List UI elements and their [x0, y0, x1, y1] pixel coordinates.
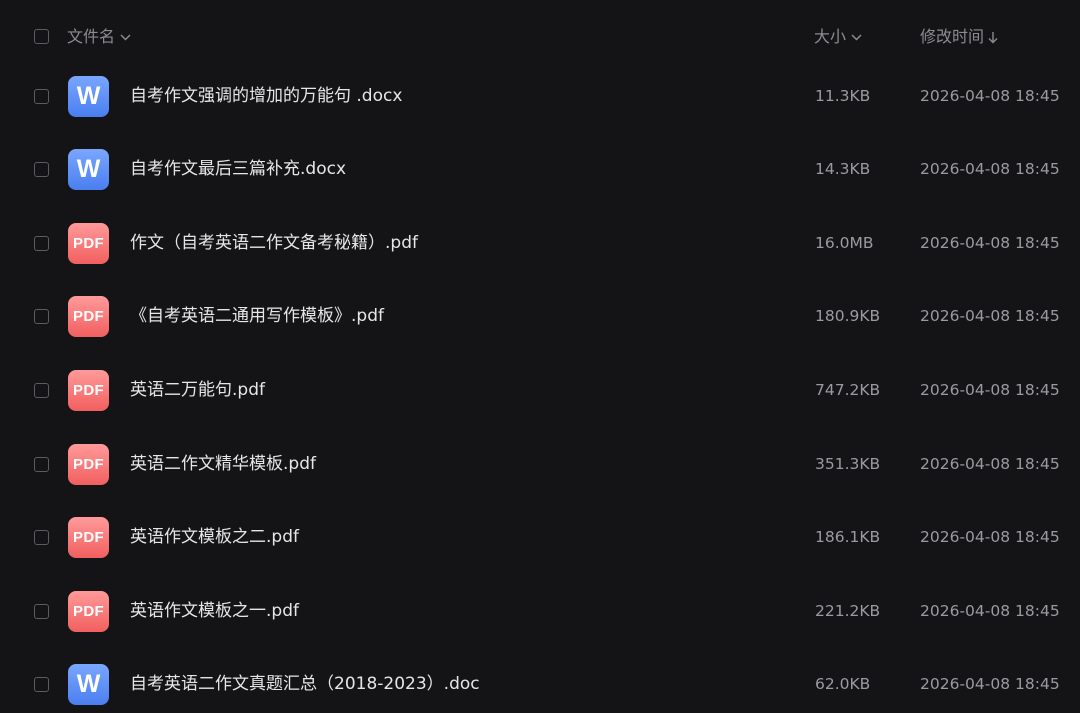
pdf-file-icon: PDF	[68, 296, 109, 338]
file-checkbox[interactable]	[34, 677, 49, 693]
pdf-file-icon: PDF	[68, 222, 109, 264]
file-modified-time: 2026-04-08 18:45	[920, 160, 1060, 179]
word-file-icon: W	[68, 75, 109, 117]
file-checkbox[interactable]	[34, 88, 49, 104]
file-modified-time: 2026-04-08 18:45	[920, 454, 1060, 473]
pdf-file-icon: PDF	[68, 443, 109, 485]
file-checkbox[interactable]	[34, 603, 49, 619]
file-modified-time: 2026-04-08 18:45	[920, 601, 1060, 620]
file-row[interactable]: W 自考作文强调的增加的万能句 .docx 11.3KB 2026-04-08 18:…	[0, 60, 1080, 134]
file-name[interactable]: 英语作文模板之一.pdf	[130, 600, 299, 622]
file-modified-time: 2026-04-08 18:45	[920, 307, 1060, 326]
file-checkbox[interactable]	[34, 309, 49, 325]
file-modified-time: 2026-04-08 18:45	[920, 86, 1060, 105]
file-modified-time: 2026-04-08 18:45	[920, 233, 1060, 252]
file-row[interactable]: W 自考作文最后三篇补充.docx 14.3KB 2026-04-08 18:45	[0, 133, 1080, 207]
file-modified-time: 2026-04-08 18:45	[920, 380, 1060, 399]
chevron-down-icon	[851, 34, 862, 41]
file-list-page: 文件名 大小 修改时间 W 自考作文强调的增加的万能句 .docx 11.3KB 20…	[0, 0, 1080, 713]
file-row[interactable]: W 自考英语二作文真题汇总（2018-2023）.doc 62.0KB 2026-04…	[0, 648, 1080, 713]
file-checkbox[interactable]	[34, 456, 49, 472]
word-file-icon: W	[68, 149, 109, 191]
select-all-checkbox[interactable]	[34, 29, 49, 44]
file-size: 62.0KB	[815, 675, 871, 694]
sort-by-size-button[interactable]: 大小	[814, 27, 862, 47]
file-checkbox[interactable]	[34, 382, 49, 398]
name-column-label: 文件名	[67, 27, 116, 46]
file-name[interactable]: 作文（自考英语二作文备考秘籍）.pdf	[130, 232, 418, 254]
file-row[interactable]: PDF 作文（自考英语二作文备考秘籍）.pdf 16.0MB 2026-04-08 1…	[0, 207, 1080, 281]
sort-by-time-button[interactable]: 修改时间	[920, 27, 998, 47]
word-file-icon: W	[68, 664, 109, 706]
file-modified-time: 2026-04-08 18:45	[920, 675, 1060, 694]
file-size: 11.3KB	[815, 86, 871, 105]
arrow-down-icon	[988, 31, 998, 44]
file-name[interactable]: 英语二作文精华模板.pdf	[130, 453, 316, 475]
pdf-file-icon: PDF	[68, 590, 109, 632]
file-size: 221.2KB	[815, 601, 881, 620]
file-name[interactable]: 自考作文强调的增加的万能句 .docx	[130, 85, 402, 107]
file-row[interactable]: PDF 英语作文模板之二.pdf 186.1KB 2026-04-08 18:45	[0, 501, 1080, 575]
file-checkbox[interactable]	[34, 530, 49, 546]
size-column-label: 大小	[814, 27, 847, 46]
pdf-file-icon: PDF	[68, 517, 109, 559]
chevron-down-icon	[120, 34, 131, 41]
file-row[interactable]: PDF 英语作文模板之一.pdf 221.2KB 2026-04-08 18:45	[0, 575, 1080, 649]
file-size: 16.0MB	[815, 233, 874, 252]
file-checkbox[interactable]	[34, 235, 49, 251]
file-checkbox[interactable]	[34, 162, 49, 178]
sort-by-name-button[interactable]: 文件名	[67, 27, 131, 47]
file-name[interactable]: 《自考英语二通用写作模板》.pdf	[130, 305, 384, 327]
file-size: 14.3KB	[815, 160, 871, 179]
file-name[interactable]: 英语二万能句.pdf	[130, 379, 265, 401]
file-row[interactable]: PDF 英语二万能句.pdf 747.2KB 2026-04-08 18:45	[0, 354, 1080, 428]
file-size: 351.3KB	[815, 454, 881, 473]
file-size: 186.1KB	[815, 528, 881, 547]
pdf-file-icon: PDF	[68, 369, 109, 411]
file-size: 180.9KB	[815, 307, 881, 326]
file-name[interactable]: 英语作文模板之二.pdf	[130, 526, 299, 548]
file-name[interactable]: 自考作文最后三篇补充.docx	[130, 158, 346, 180]
file-name[interactable]: 自考英语二作文真题汇总（2018-2023）.doc	[130, 673, 480, 695]
time-column-label: 修改时间	[920, 27, 985, 46]
file-row[interactable]: PDF 《自考英语二通用写作模板》.pdf 180.9KB 2026-04-08 18…	[0, 280, 1080, 354]
file-row[interactable]: PDF 英语二作文精华模板.pdf 351.3KB 2026-04-08 18:45	[0, 428, 1080, 502]
file-modified-time: 2026-04-08 18:45	[920, 528, 1060, 547]
file-size: 747.2KB	[815, 380, 881, 399]
